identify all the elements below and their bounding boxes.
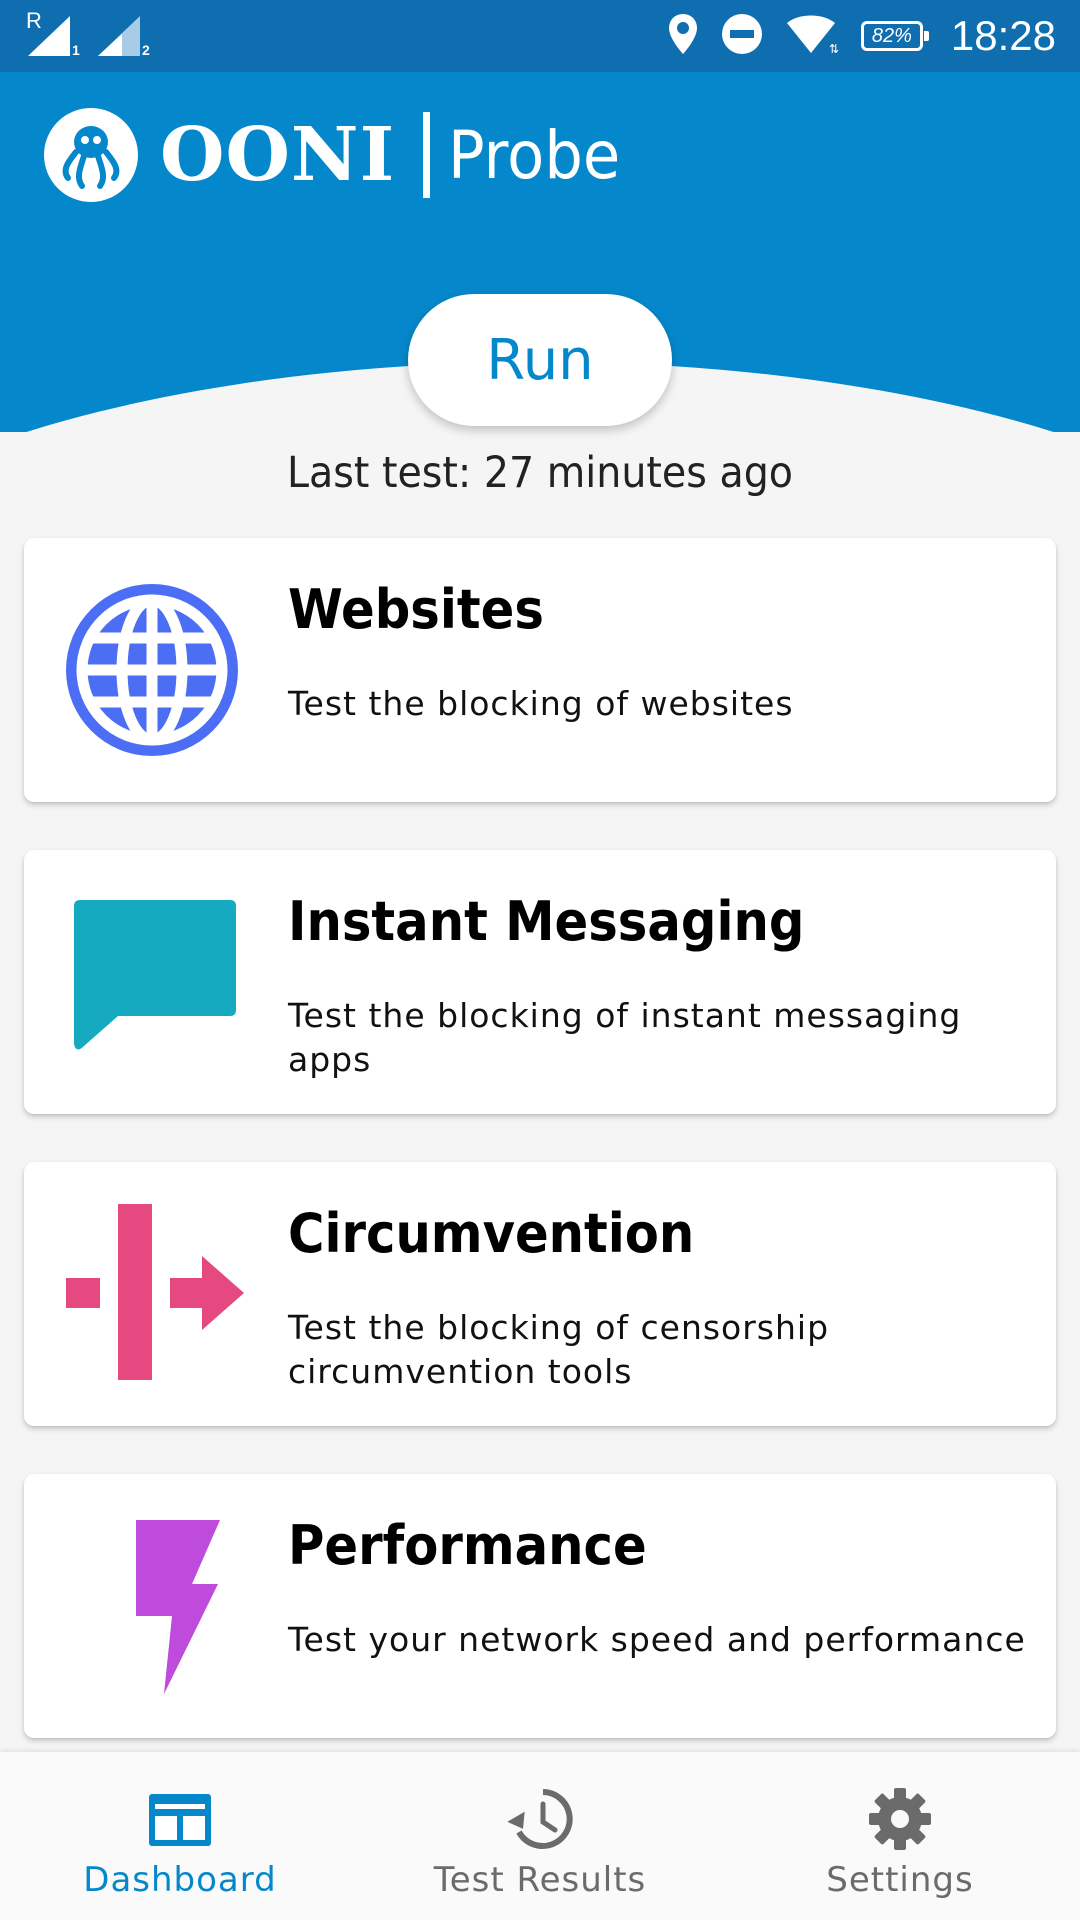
nav-label: Dashboard	[83, 1860, 277, 1900]
wifi-icon: ⇅	[785, 13, 839, 59]
globe-icon	[64, 582, 240, 758]
chat-bubble-icon	[64, 894, 240, 1070]
card-description: Test the blocking of websites	[288, 684, 794, 723]
ooni-probe-logo: OONI Probe	[44, 108, 635, 202]
nav-settings[interactable]: Settings	[720, 1752, 1080, 1920]
dashboard-icon	[147, 1786, 213, 1852]
battery-icon: 82%	[860, 21, 929, 51]
card-title: Circumvention	[288, 1202, 695, 1265]
card-title: Performance	[288, 1514, 647, 1577]
card-circumvention[interactable]: Circumvention Test the blocking of censo…	[24, 1162, 1056, 1426]
nav-label: Settings	[826, 1860, 974, 1900]
last-test-text: Last test: 27 minutes ago	[286, 448, 794, 498]
card-description: Test your network speed and performance	[288, 1620, 1026, 1659]
card-title: Instant Messaging	[288, 890, 805, 953]
do-not-disturb-icon	[721, 13, 763, 59]
signal-icon: 2	[96, 12, 152, 60]
octopus-icon	[44, 108, 138, 202]
sim1-label: 1	[72, 42, 80, 58]
nav-test-results[interactable]: Test Results	[360, 1752, 720, 1920]
signal-icon: R 1	[26, 8, 82, 60]
bottom-navigation: Dashboard Test Results Settings	[0, 1752, 1080, 1920]
product-name: Probe	[448, 116, 621, 194]
lightning-icon	[64, 1518, 240, 1694]
status-bar: R 1 2 ⇅ 82% 18:28	[0, 0, 1080, 72]
card-instant-messaging[interactable]: Instant Messaging Test the blocking of i…	[24, 850, 1056, 1114]
nav-label: Test Results	[433, 1860, 647, 1900]
card-performance[interactable]: Performance Test your network speed and …	[24, 1474, 1056, 1738]
card-title: Websites	[288, 578, 544, 641]
status-bar-signals: R 1 2	[26, 8, 152, 60]
circumvention-icon	[66, 1204, 244, 1380]
location-icon	[667, 12, 699, 60]
gear-icon	[867, 1786, 933, 1852]
brand-name: OONI	[160, 112, 396, 198]
run-button[interactable]: Run	[408, 294, 672, 426]
battery-level: 82%	[871, 24, 912, 47]
logo-divider	[423, 112, 431, 198]
sim2-label: 2	[142, 42, 150, 58]
card-websites[interactable]: Websites Test the blocking of websites	[24, 538, 1056, 802]
history-icon	[507, 1786, 573, 1852]
card-description: Test the blocking of instant messaging a…	[288, 996, 962, 1079]
clock: 18:28	[950, 12, 1056, 59]
nav-dashboard[interactable]: Dashboard	[0, 1752, 360, 1920]
card-description: Test the blocking of censorship circumve…	[288, 1308, 830, 1391]
roaming-label: R	[26, 8, 42, 33]
svg-text:⇅: ⇅	[829, 42, 839, 55]
status-bar-indicators: ⇅ 82% 18:28	[667, 0, 1056, 72]
